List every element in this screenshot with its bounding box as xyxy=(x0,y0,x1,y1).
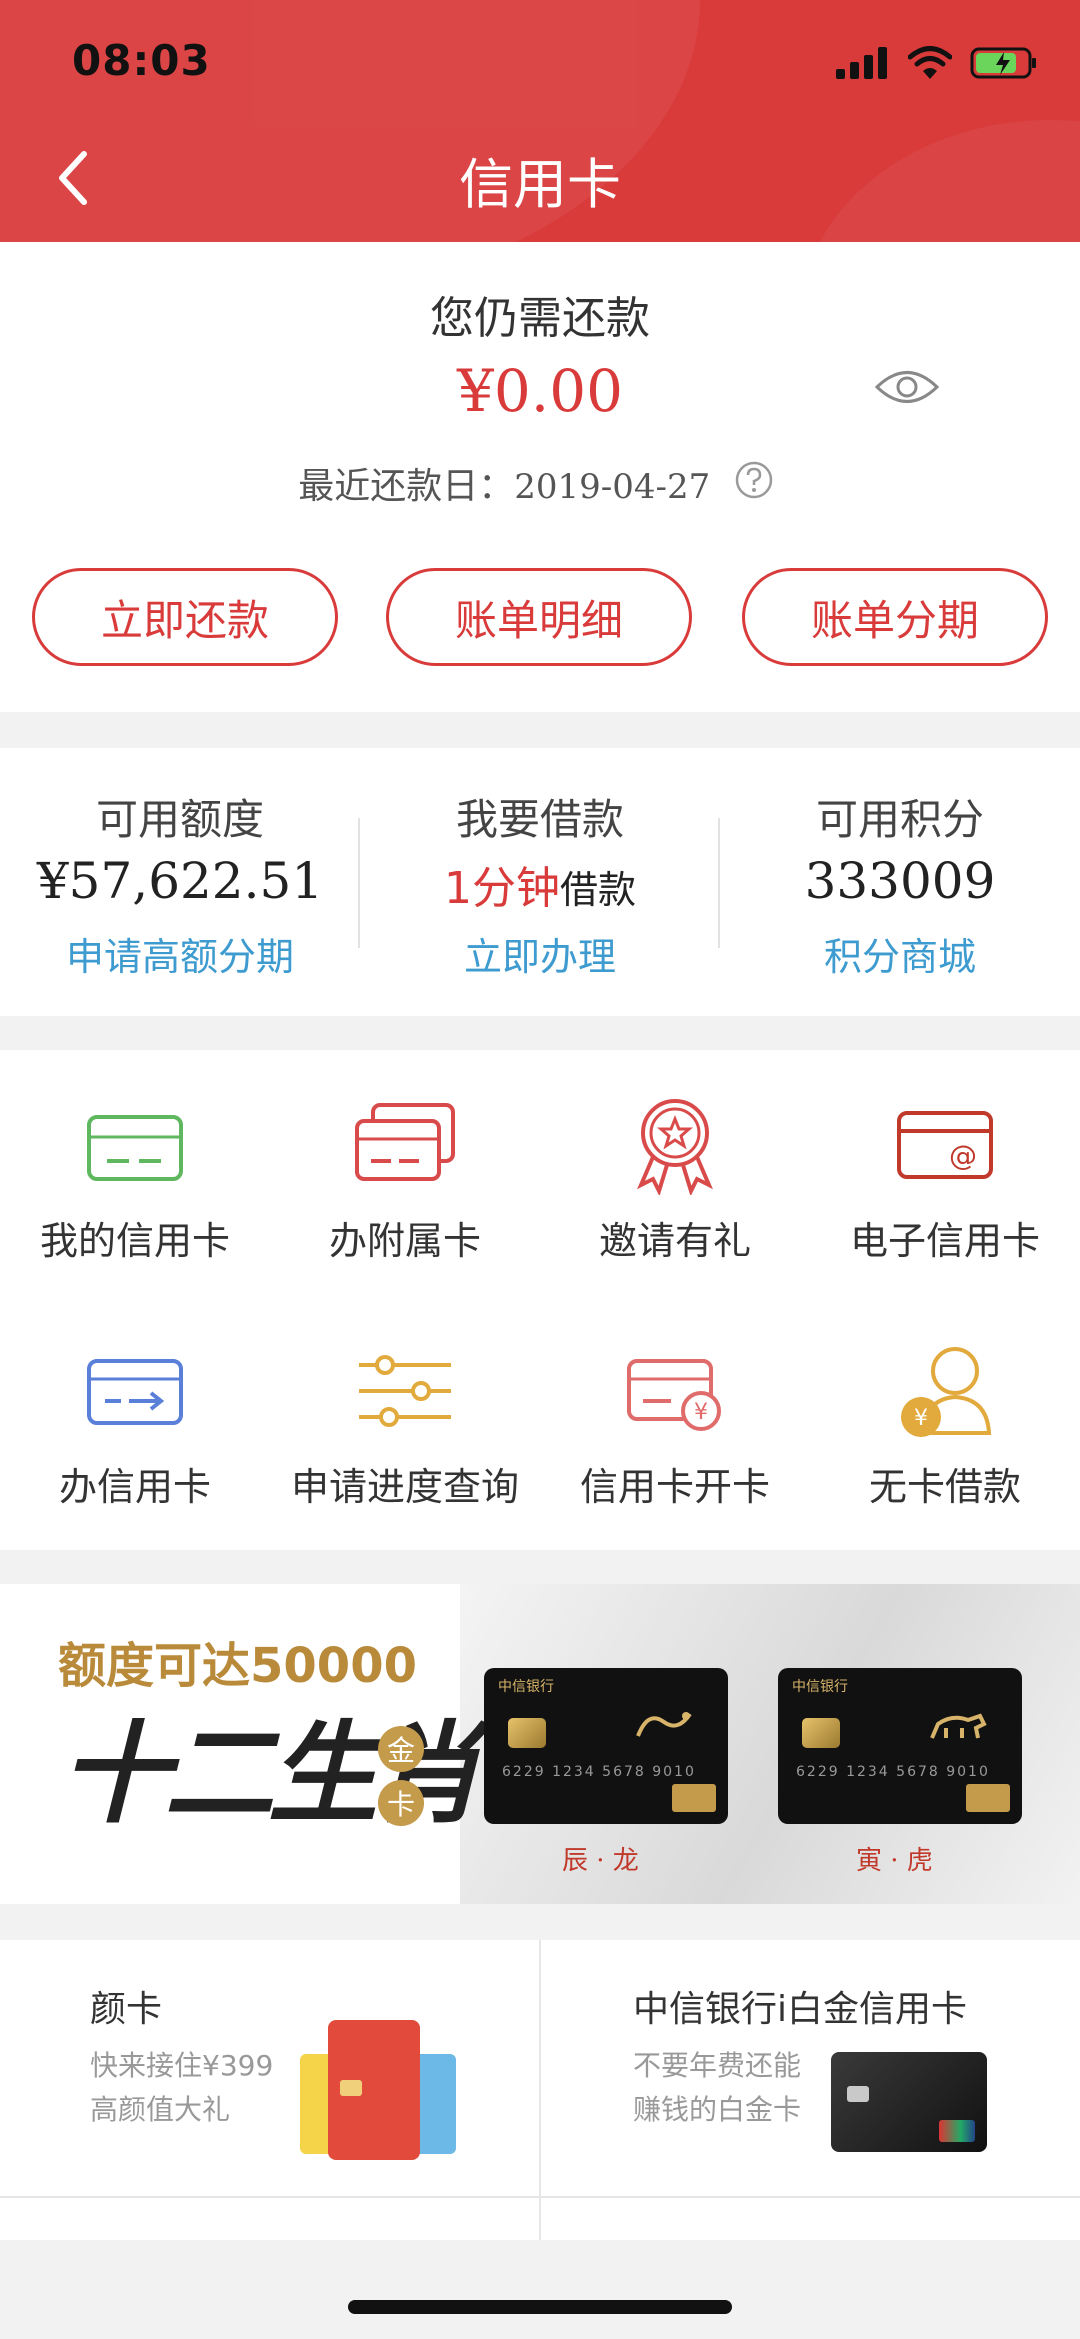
card-chip xyxy=(508,1718,546,1748)
card-bank-name: 中信银行 xyxy=(498,1679,554,1695)
borrow-column: 我要借款 1分钟借款 立即办理 xyxy=(360,748,720,1016)
card-bank-name: 中信银行 xyxy=(792,1679,848,1695)
product-list: 颜卡 快来接住¥399 高颜值大礼 中信银行i白金信用卡 不要年费还能 赚钱的白… xyxy=(0,1940,1080,2240)
person-yen-icon: ¥ xyxy=(901,1347,992,1437)
bill-detail-button[interactable]: 账单明细 xyxy=(386,568,692,666)
help-icon[interactable] xyxy=(734,460,774,500)
sliders-icon xyxy=(359,1355,451,1427)
grid-item-supplementary-card[interactable]: 办附属卡 xyxy=(270,1050,540,1290)
repay-now-button[interactable]: 立即还款 xyxy=(32,568,338,666)
svg-text:¥: ¥ xyxy=(694,1400,708,1425)
tiger-icon xyxy=(930,1713,987,1739)
points-column: 可用积分 333009 积分商城 xyxy=(720,748,1080,1016)
card-at-icon: @ xyxy=(897,1111,993,1179)
grid-label: 无卡借款 xyxy=(868,1465,1021,1509)
eye-icon[interactable] xyxy=(874,366,940,408)
borrow-label: 我要借款 xyxy=(455,795,624,844)
product-subtitle: 高颜值大礼 xyxy=(90,2093,231,2126)
tiger-card-caption: 寅 · 虎 xyxy=(856,1846,933,1876)
svg-text:¥: ¥ xyxy=(914,1406,928,1431)
card-chip xyxy=(802,1718,840,1748)
status-time: 08:03 xyxy=(72,36,211,85)
borrow-value-highlight: 1分钟 xyxy=(443,863,560,914)
bill-installment-button[interactable]: 账单分期 xyxy=(742,568,1048,666)
grid-label: 申请进度查询 xyxy=(290,1465,519,1509)
grid-item-my-cards[interactable]: 我的信用卡 xyxy=(0,1050,270,1290)
card-number: 6229 1234 5678 9010 xyxy=(796,1764,990,1780)
borrow-value: 1分钟借款 xyxy=(360,852,720,916)
svg-text:@: @ xyxy=(949,1139,977,1172)
grid-item-cardless-loan[interactable]: ¥ 无卡借款 xyxy=(810,1296,1080,1536)
dragon-icon xyxy=(636,1712,692,1737)
product-tile-platinum-card[interactable]: 中信银行i白金信用卡 不要年费还能 赚钱的白金卡 xyxy=(541,1940,1080,2196)
points-label: 可用积分 xyxy=(815,795,984,844)
grid-label: 信用卡开卡 xyxy=(579,1465,770,1509)
due-date-row: 最近还款日：2019-04-27 xyxy=(0,457,1080,509)
product-tile-yan-card[interactable]: 颜卡 快来接住¥399 高颜值大礼 xyxy=(0,1940,539,2196)
grid-label: 办附属卡 xyxy=(328,1219,481,1263)
wifi-icon xyxy=(908,46,952,79)
gold-badge: 金 xyxy=(378,1726,424,1772)
tiger-card-image: 中信银行 6229 1234 5678 9010 xyxy=(778,1668,1022,1824)
stacked-cards-icon xyxy=(355,1103,455,1181)
function-grid: 我的信用卡 办附属卡 邀请有礼 @ 电子信用卡 办信用卡 申请进度查询 ¥ 信用… xyxy=(0,1050,1080,1550)
product-subtitle: 快来接住¥399 xyxy=(90,2049,274,2082)
header-bar: 08:03 信用卡 xyxy=(0,0,1080,242)
available-limit-value: ¥57,622.51 xyxy=(36,852,324,910)
grid-label: 办信用卡 xyxy=(58,1465,211,1509)
zodiac-card-banner[interactable]: 额度可达50000 十二生肖 金 卡 中信银行 6229 1234 5678 9… xyxy=(0,1584,1080,1904)
card-number: 6229 1234 5678 9010 xyxy=(502,1764,696,1780)
award-ribbon-icon xyxy=(637,1099,713,1195)
available-limit-column: 可用额度 ¥57,622.51 申请高额分期 xyxy=(0,748,360,1016)
page-title: 信用卡 xyxy=(459,153,621,216)
product-title: 中信银行i白金信用卡 xyxy=(633,1989,968,2030)
account-summary: 可用额度 ¥57,622.51 申请高额分期 我要借款 1分钟借款 立即办理 可… xyxy=(0,748,1080,1016)
gold-badge: 卡 xyxy=(378,1780,424,1826)
repayment-section: 您仍需还款 ¥0.00 最近还款日：2019-04-27 立即还款 账单明细 账… xyxy=(0,242,1080,712)
grid-label: 我的信用卡 xyxy=(39,1219,230,1263)
grid-item-apply-card[interactable]: 办信用卡 xyxy=(0,1296,270,1536)
unionpay-logo xyxy=(966,1784,1010,1812)
home-indicator[interactable] xyxy=(348,2300,732,2314)
card-arrow-icon xyxy=(87,1359,183,1425)
grid-label: 电子信用卡 xyxy=(849,1219,1040,1263)
points-mall-link[interactable]: 积分商城 xyxy=(720,926,1080,981)
available-limit-label: 可用额度 xyxy=(95,795,264,844)
yan-card-image xyxy=(300,2020,456,2170)
status-icons xyxy=(836,46,1038,80)
grid-item-e-credit-card[interactable]: @ 电子信用卡 xyxy=(810,1050,1080,1290)
product-title: 颜卡 xyxy=(90,1989,163,2030)
grid-item-progress-query[interactable]: 申请进度查询 xyxy=(270,1296,540,1536)
borrow-value-text: 借款 xyxy=(559,868,636,912)
due-date-value: 2019-04-27 xyxy=(514,467,711,507)
battery-icon xyxy=(970,47,1036,79)
card-yen-icon: ¥ xyxy=(627,1359,721,1431)
dragon-card-image: 中信银行 6229 1234 5678 9010 xyxy=(484,1668,728,1824)
credit-card-icon xyxy=(87,1115,183,1181)
points-value: 333009 xyxy=(804,852,996,910)
bottom-safe-area xyxy=(0,2240,1080,2339)
product-row-divider xyxy=(0,2196,1080,2198)
grid-item-invite-gift[interactable]: 邀请有礼 xyxy=(540,1050,810,1290)
signal-icon xyxy=(836,47,887,79)
dragon-card-caption: 辰 · 龙 xyxy=(562,1846,639,1876)
product-subtitle: 赚钱的白金卡 xyxy=(633,2093,802,2126)
platinum-card-image xyxy=(831,2052,987,2152)
repayment-title: 您仍需还款 xyxy=(430,293,650,344)
unionpay-logo xyxy=(672,1784,716,1812)
grid-item-activate-card[interactable]: ¥ 信用卡开卡 xyxy=(540,1296,810,1536)
borrow-now-link[interactable]: 立即办理 xyxy=(360,926,720,981)
due-date-label: 最近还款日： xyxy=(298,466,515,507)
high-limit-installment-link[interactable]: 申请高额分期 xyxy=(0,926,360,981)
product-subtitle: 不要年费还能 xyxy=(633,2049,802,2082)
grid-label: 邀请有礼 xyxy=(598,1219,751,1263)
